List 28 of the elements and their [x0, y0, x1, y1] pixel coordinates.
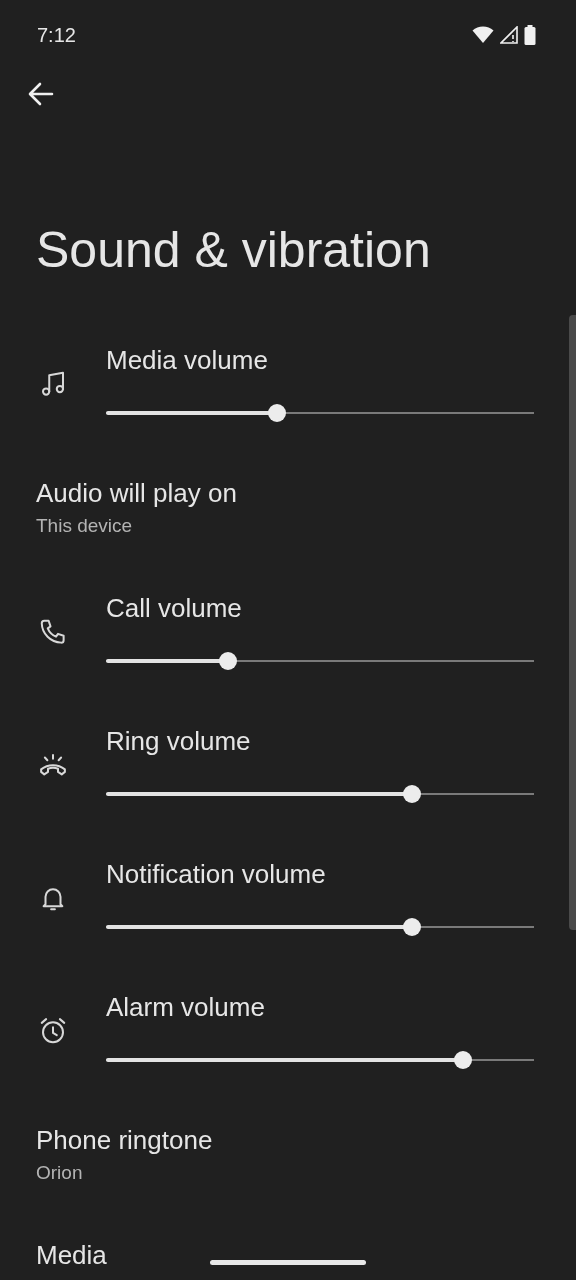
volume-slider[interactable] [106, 651, 534, 671]
slider-thumb[interactable] [403, 785, 421, 803]
item-subtitle: Orion [36, 1162, 83, 1184]
item-title: Media [36, 1240, 107, 1270]
slider-thumb[interactable] [403, 918, 421, 936]
battery-icon [524, 25, 536, 45]
status-time: 7:12 [37, 23, 76, 48]
volume-label: Alarm volume [106, 992, 266, 1022]
back-arrow-icon [28, 82, 54, 106]
volume-slider[interactable] [106, 784, 534, 804]
volume-label: Notification volume [106, 859, 327, 889]
item-subtitle: This device [36, 515, 133, 537]
item-title: Phone ringtone [36, 1125, 213, 1155]
slider-thumb[interactable] [268, 404, 287, 422]
slider-thumb[interactable] [218, 652, 237, 670]
volume-label: Ring volume [106, 726, 252, 756]
wifi-icon [472, 26, 494, 44]
volume-slider[interactable] [106, 917, 534, 937]
page-title: Sound & vibration [36, 221, 432, 280]
volume-slider[interactable] [106, 403, 534, 423]
phone-icon [38, 617, 68, 647]
item-title: Audio will play on [36, 478, 237, 508]
volume-label: Media volume [106, 345, 269, 375]
volume-slider[interactable] [106, 1050, 534, 1070]
alarm-clock-icon [38, 1016, 68, 1046]
slider-thumb[interactable] [453, 1051, 472, 1069]
signal-icon [500, 26, 518, 44]
volume-label: Call volume [106, 593, 243, 623]
